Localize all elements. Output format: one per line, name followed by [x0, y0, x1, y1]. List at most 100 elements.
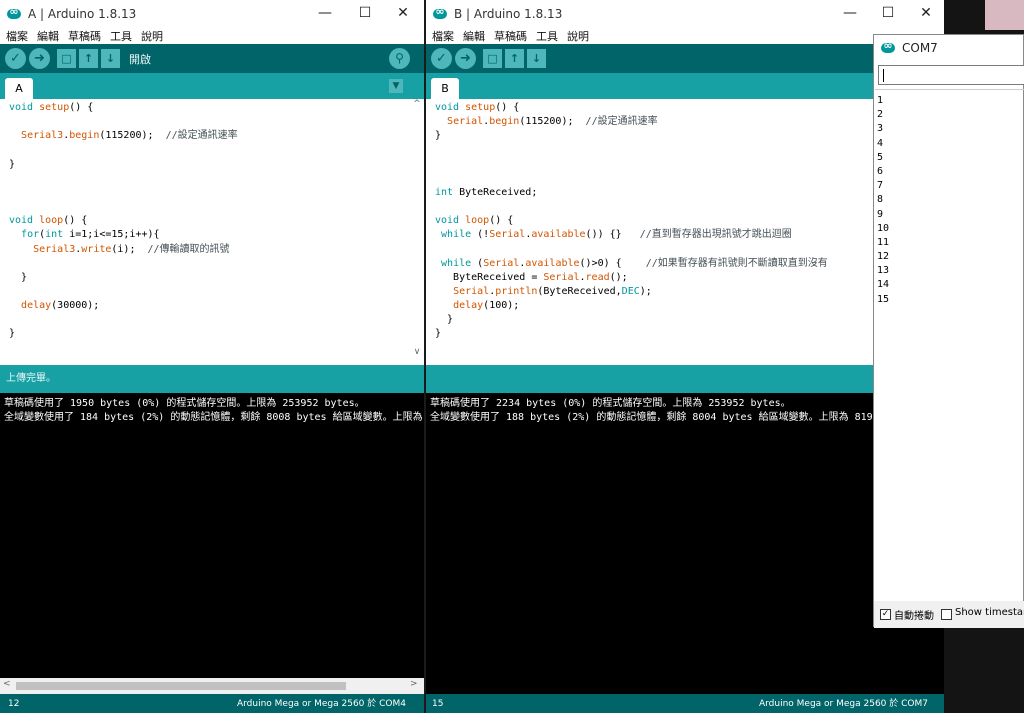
maximize-button[interactable]: ☐ [868, 0, 908, 27]
code-editor[interactable]: void setup() { Serial3.begin(115200); //… [0, 99, 410, 363]
code-token: (115200); [99, 130, 166, 142]
serial-line: 5 [877, 151, 884, 163]
new-file-button[interactable]: □ [483, 49, 502, 68]
console-horizontal-scrollbar[interactable]: < > [0, 678, 424, 694]
menu-sketch[interactable]: 草稿碼 [494, 28, 527, 44]
code-token: i=1;i<=15;i++){ [63, 229, 160, 241]
code-token: while [441, 257, 472, 269]
serial-send-input[interactable] [878, 65, 1024, 85]
window-title: B | Arduino 1.8.13 [454, 6, 563, 21]
code-token: begin [69, 130, 100, 142]
menu-sketch[interactable]: 草稿碼 [68, 28, 101, 44]
code-token: } [435, 314, 454, 326]
verify-button[interactable]: ✓ [5, 48, 26, 69]
code-token: () { [495, 102, 520, 113]
title-bar[interactable]: COM7 [874, 35, 1023, 61]
title-bar[interactable]: B | Arduino 1.8.13 — ☐ ✕ [426, 0, 944, 27]
console-line: 全域變數使用了 188 bytes (2%) 的動態記憶體，剩餘 8004 by… [430, 412, 879, 423]
scroll-right-arrow-icon[interactable]: > [410, 679, 418, 689]
code-line: } [435, 327, 441, 341]
upload-button[interactable]: ➜ [29, 48, 50, 69]
menu-tools[interactable]: 工具 [110, 28, 132, 44]
code-token: (100); [483, 300, 520, 312]
scroll-down-arrow-icon[interactable]: ∨ [410, 347, 424, 357]
menu-edit[interactable]: 編輯 [463, 28, 485, 44]
autoscroll-label: 自動捲動 [894, 611, 934, 622]
close-button[interactable]: ✕ [383, 0, 423, 27]
code-line: while (!Serial.available()) {} //直到暫存器出現… [435, 228, 792, 242]
save-button[interactable]: ↓ [527, 49, 546, 68]
code-token: delay [453, 300, 484, 312]
timestamp-checkbox[interactable] [941, 609, 952, 620]
menu-edit[interactable]: 編輯 [37, 28, 59, 44]
console-output[interactable]: 草稿碼使用了 2234 bytes (0%) 的程式儲存空間。上限為 25395… [426, 393, 944, 694]
code-token: ); [639, 285, 652, 297]
board-port-label: Arduino Mega or Mega 2560 於 COM7 [758, 699, 928, 709]
serial-monitor-button[interactable]: ⚲ [389, 48, 410, 69]
code-line: } [9, 158, 15, 172]
save-button[interactable]: ↓ [101, 49, 120, 68]
toolbar: ✓ ➜ □ ↑ ↓ [426, 44, 944, 73]
close-button[interactable]: ✕ [906, 0, 944, 27]
code-line: } [9, 271, 27, 285]
menu-file[interactable]: 檔案 [6, 28, 28, 44]
code-token: Serial [447, 116, 484, 128]
code-token: void [9, 102, 40, 113]
code-editor[interactable]: void setup() { Serial.begin(115200); //設… [426, 99, 944, 363]
tab-a[interactable]: A [5, 78, 33, 99]
new-file-button[interactable]: □ [57, 49, 76, 68]
verify-button[interactable]: ✓ [431, 48, 452, 69]
code-token: void [435, 215, 466, 227]
title-bar[interactable]: A | Arduino 1.8.13 — ☐ ✕ [0, 0, 424, 27]
code-token: ByteReceived; [453, 186, 538, 198]
serial-line: 9 [877, 208, 884, 220]
editor-vertical-scrollbar[interactable]: ^ ∨ [410, 99, 424, 363]
console-output[interactable]: 草稿碼使用了 1950 bytes (0%) 的程式儲存空間。上限為 25395… [0, 393, 424, 678]
open-button[interactable]: ↑ [79, 49, 98, 68]
code-token: begin [489, 116, 520, 128]
code-token: (115200); [519, 116, 586, 128]
arduino-logo-icon [7, 5, 21, 19]
code-token: available [525, 257, 580, 269]
code-token: (! [471, 229, 490, 241]
menu-file[interactable]: 檔案 [432, 28, 454, 44]
code-token: ByteReceived = [435, 271, 544, 283]
upload-button[interactable]: ➜ [455, 48, 476, 69]
desktop-background-accent [985, 0, 1024, 30]
code-token: available [531, 229, 586, 241]
tab-b[interactable]: B [431, 78, 459, 99]
code-token: DEC [621, 285, 640, 297]
footer-bar: 15 Arduino Mega or Mega 2560 於 COM7 [426, 694, 944, 713]
code-token: ( [471, 257, 484, 269]
code-line: Serial.println(ByteReceived,DEC); [435, 285, 652, 299]
maximize-button[interactable]: ☐ [345, 0, 385, 27]
code-token: loop [465, 215, 490, 227]
autoscroll-checkbox[interactable]: ✓ [880, 609, 891, 620]
scroll-left-arrow-icon[interactable]: < [3, 679, 11, 689]
code-line: } [9, 327, 15, 341]
window-title: A | Arduino 1.8.13 [28, 6, 137, 21]
arduino-window-a: A | Arduino 1.8.13 — ☐ ✕ 檔案 編輯 草稿碼 工具 說明… [0, 0, 424, 713]
minimize-button[interactable]: — [305, 0, 345, 27]
serial-line: 7 [877, 180, 884, 192]
code-token: (); [609, 271, 628, 283]
footer-bar: 12 Arduino Mega or Mega 2560 於 COM4 [0, 694, 424, 713]
line-number: 12 [8, 699, 20, 709]
open-button[interactable]: ↑ [505, 49, 524, 68]
scroll-up-arrow-icon[interactable]: ^ [410, 99, 424, 109]
menu-help[interactable]: 說明 [141, 28, 163, 44]
code-token: //直到暫存器出現訊號才跳出迴圈 [639, 229, 792, 241]
code-line: for(int i=1;i<=15;i++){ [9, 228, 160, 242]
code-token: void [9, 215, 40, 227]
code-line: Serial.begin(115200); //設定通訊速率 [435, 115, 658, 129]
scroll-thumb[interactable] [16, 682, 346, 690]
serial-output[interactable]: 1 2 3 4 5 6 7 8 9 10 11 12 13 14 15 [875, 89, 1024, 601]
minimize-button[interactable]: — [830, 0, 870, 27]
serial-line: 12 [877, 251, 890, 263]
code-token: } [435, 130, 442, 142]
menu-help[interactable]: 說明 [567, 28, 589, 44]
code-token: Serial [453, 285, 490, 297]
tab-menu-button[interactable]: ▼ [389, 79, 403, 93]
menu-tools[interactable]: 工具 [536, 28, 558, 44]
